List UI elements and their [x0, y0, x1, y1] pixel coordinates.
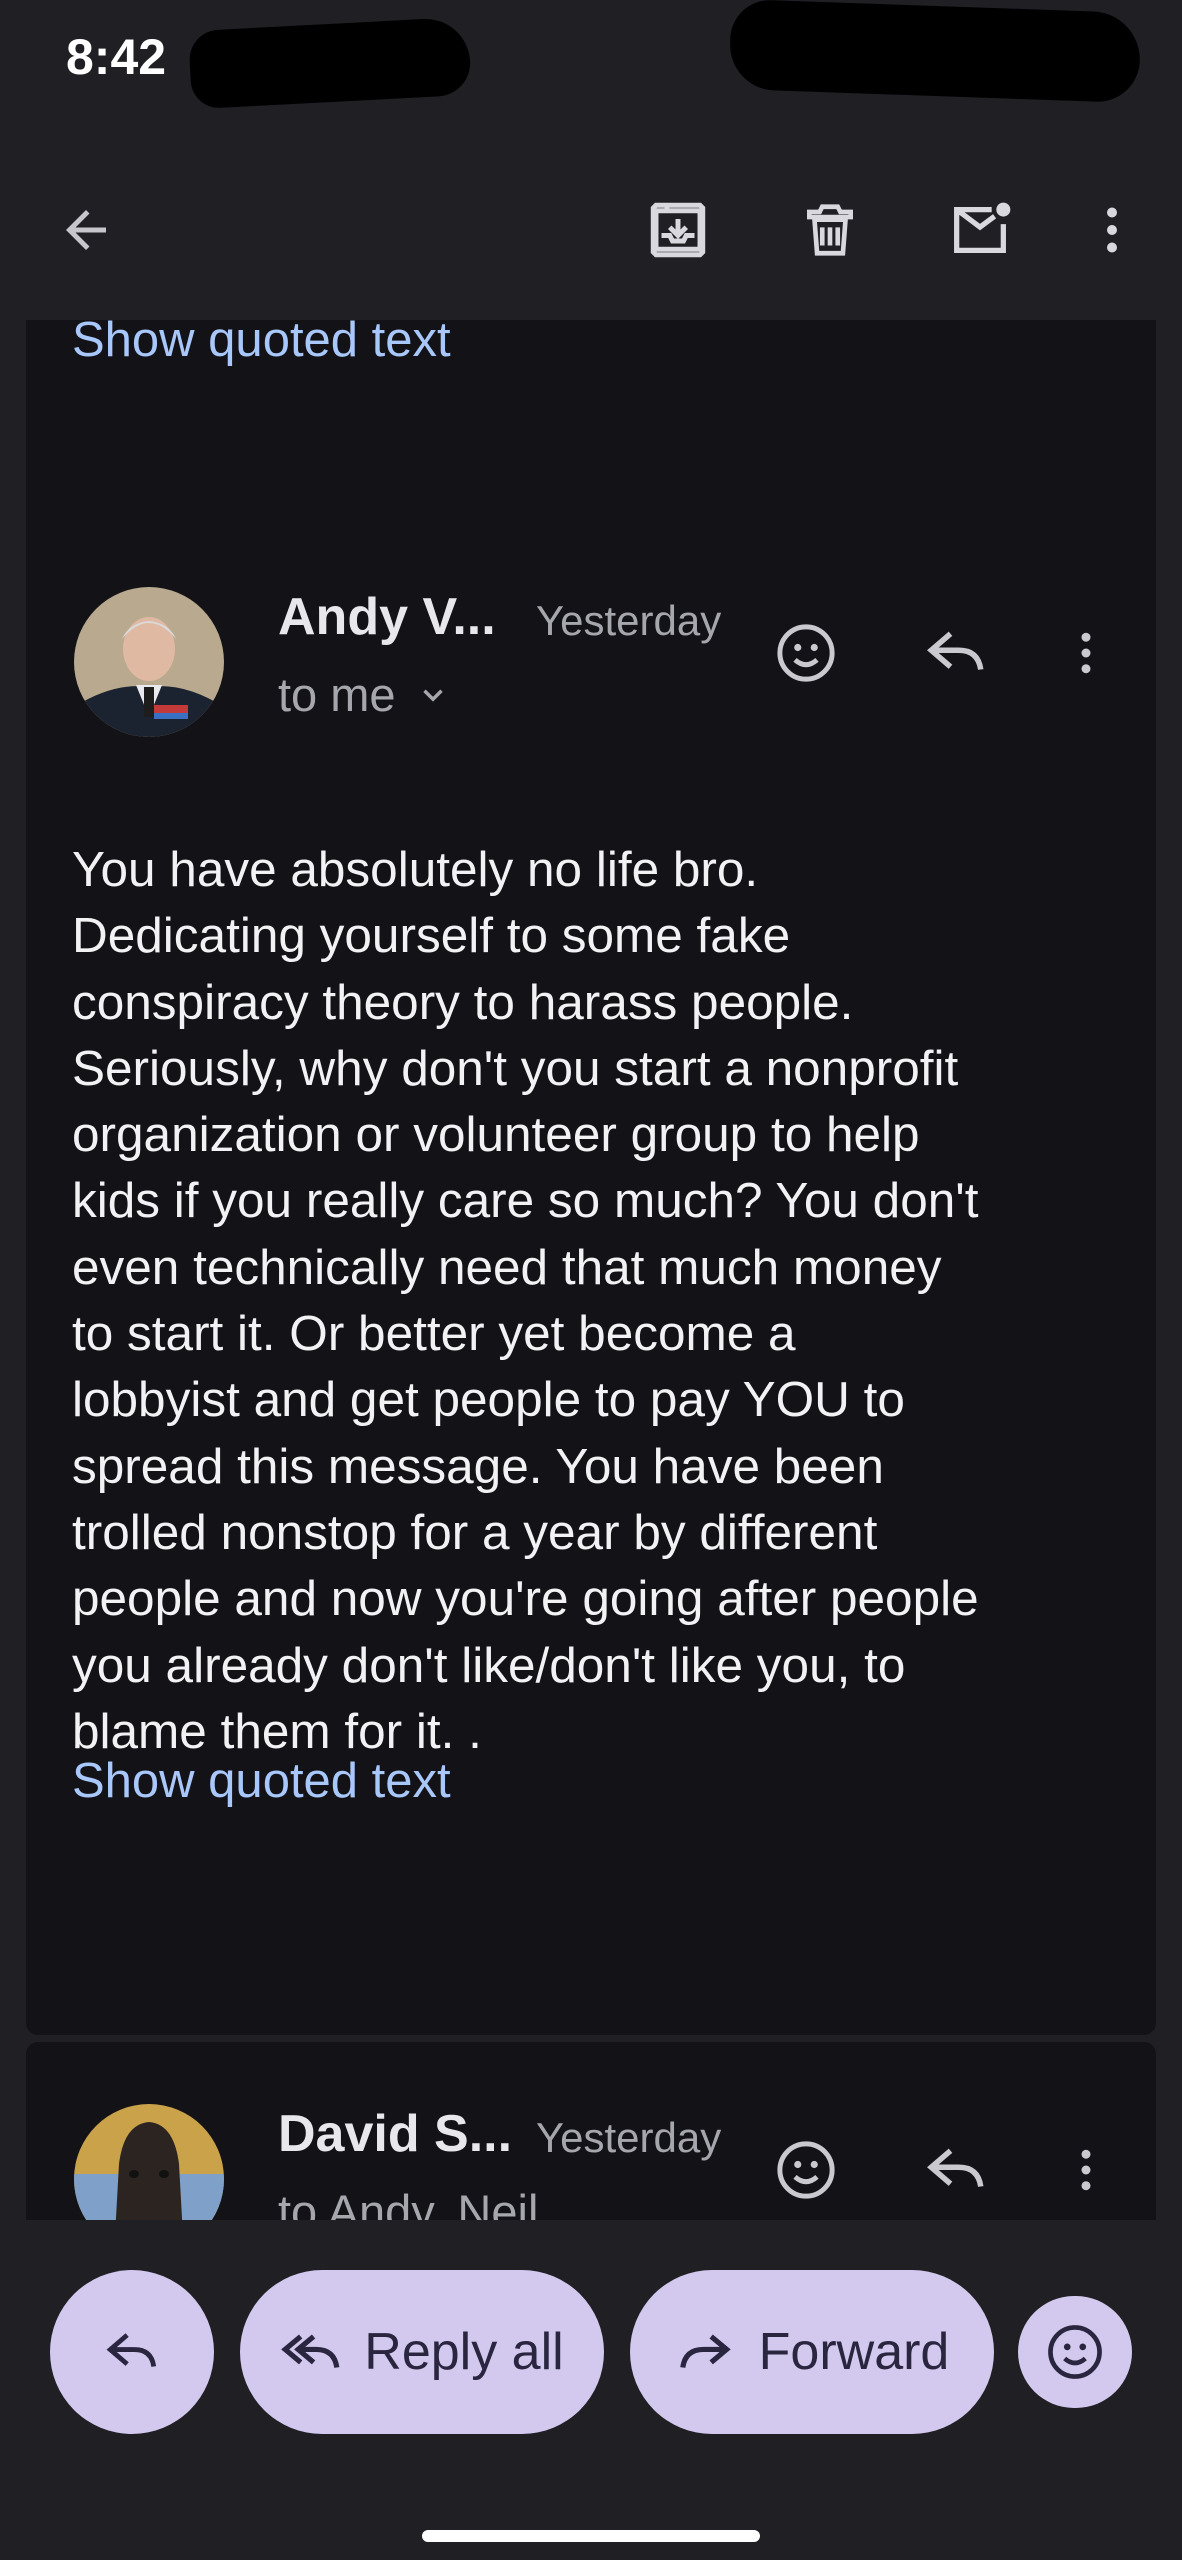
message-date: Yesterday [536, 2114, 722, 2161]
status-time: 8:42 [66, 29, 167, 85]
body-line: trolled nonstop for a year by different [72, 1504, 878, 1560]
reply-icon[interactable] [916, 2130, 996, 2210]
body-line: Seriously, why don't you start a nonprof… [72, 1040, 959, 1096]
recipients-toggle[interactable]: to me [278, 667, 450, 722]
emoji-react-icon [1048, 2325, 1102, 2379]
reply-icon [106, 2333, 157, 2367]
show-quoted-text-link[interactable]: Show quoted text [72, 320, 451, 368]
emoji-react-icon[interactable] [766, 2130, 846, 2210]
forward-icon [679, 2334, 731, 2368]
more-vert-icon[interactable] [1046, 613, 1126, 693]
sender-name: David S... [278, 2105, 513, 2163]
chevron-down-icon [422, 689, 443, 702]
recipients-label: to me [278, 668, 396, 721]
redaction-block [188, 16, 472, 110]
forward-button[interactable]: Forward [630, 2270, 994, 2434]
body-line: kids if you really care so much? You don… [72, 1173, 979, 1229]
show-quoted-text-link[interactable]: Show quoted text [72, 1753, 451, 1809]
trash-icon[interactable] [790, 190, 870, 270]
body-line: you already don't like/don't like you, t… [72, 1637, 906, 1693]
body-line: to start it. Or better yet become a [72, 1306, 796, 1362]
reply-button[interactable] [50, 2270, 214, 2434]
body-line: people and now you're going after people [72, 1571, 979, 1627]
body-line: You have absolutely no life bro. [72, 842, 759, 897]
body-line: even technically need that much money [72, 1239, 942, 1295]
recipients-label[interactable]: to Andy, Neil [278, 2184, 538, 2220]
message-body: You have absolutely no life bro. Dedicat… [72, 837, 1152, 1765]
body-line: conspiracy theory to harass people. [72, 974, 854, 1030]
redaction-block [728, 0, 1142, 104]
body-line: spread this message. You have been [72, 1438, 884, 1494]
sender-name: Andy V... [278, 588, 496, 646]
sender-avatar[interactable] [74, 2104, 224, 2220]
reply-all-icon [281, 2334, 340, 2368]
body-line: Dedicating yourself to some fake [72, 908, 791, 964]
body-line: organization or volunteer group to help [72, 1107, 920, 1163]
reply-all-label: Reply all [364, 2323, 564, 2381]
sender-avatar[interactable] [74, 587, 224, 737]
message-card: Andy V... Yesterday to me You have absol… [26, 525, 1156, 2035]
reply-all-button[interactable]: Reply all [240, 2270, 604, 2434]
more-vert-icon[interactable] [1046, 2130, 1126, 2210]
forward-label: Forward [758, 2323, 950, 2381]
archive-icon[interactable] [638, 190, 718, 270]
arrow-back-icon[interactable] [46, 190, 126, 270]
home-indicator[interactable] [422, 2530, 760, 2542]
more-vert-icon[interactable] [1072, 190, 1152, 270]
message-date: Yesterday [536, 597, 722, 644]
emoji-react-icon[interactable] [766, 613, 846, 693]
top-app-bar [0, 120, 1182, 320]
bottom-action-bar: Reply all Forward [0, 2220, 1182, 2560]
status-bar: 8:42 [0, 0, 1182, 120]
reply-icon[interactable] [916, 613, 996, 693]
emoji-react-button[interactable] [1018, 2296, 1132, 2408]
body-line: lobbyist and get people to pay YOU to [72, 1372, 905, 1428]
mail-unread-icon[interactable] [940, 190, 1020, 270]
message-card-next: David S... Yesterday to Andy, Neil [26, 2042, 1156, 2220]
thread-view[interactable]: Show quoted text Andy V... Yesterday to … [0, 320, 1182, 2220]
